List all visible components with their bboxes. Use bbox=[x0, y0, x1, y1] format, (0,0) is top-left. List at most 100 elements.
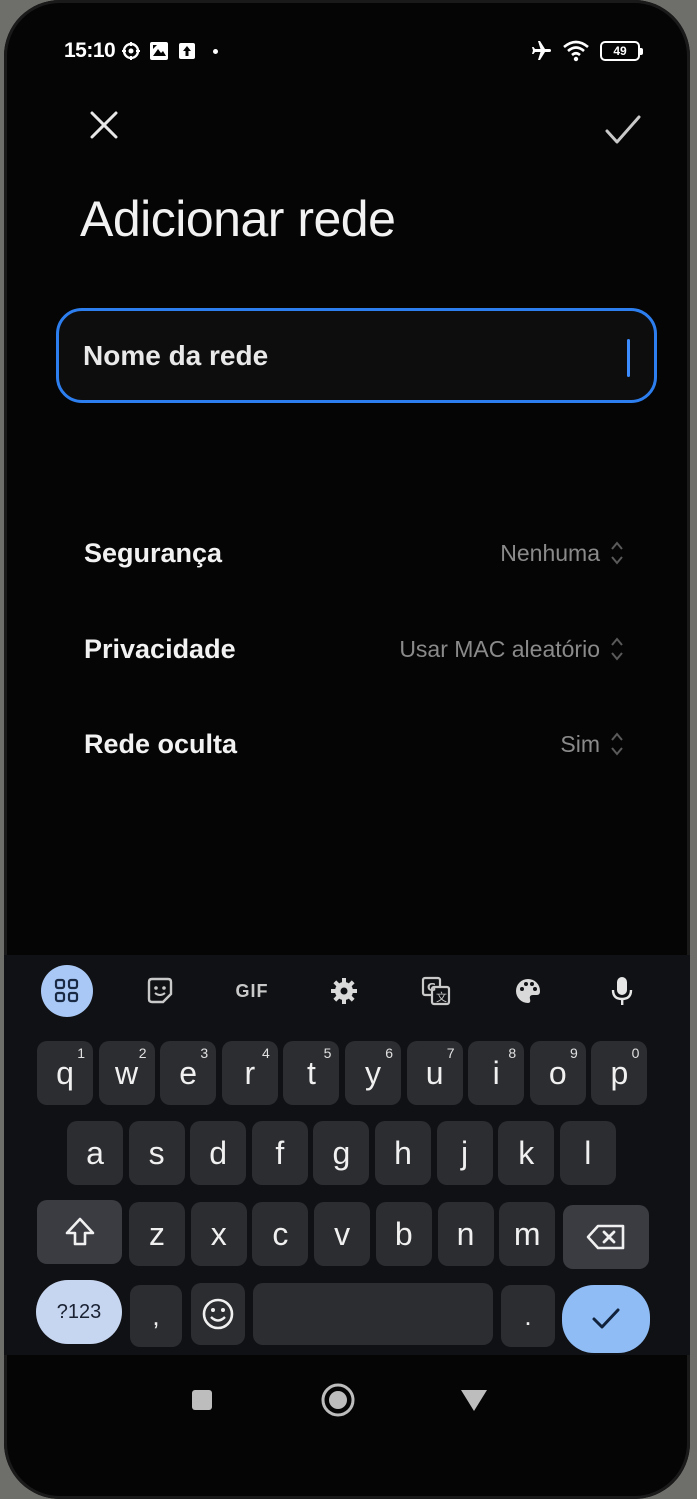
privacy-row[interactable]: Privacidade Usar MAC aleatório bbox=[84, 621, 624, 677]
key-label: d bbox=[209, 1134, 228, 1171]
wifi-icon bbox=[563, 40, 589, 62]
emoji-key[interactable] bbox=[191, 1283, 245, 1345]
navigation-bar bbox=[4, 1360, 690, 1440]
key-n[interactable]: n bbox=[437, 1202, 494, 1266]
privacy-label: Privacidade bbox=[84, 633, 236, 664]
triangle-icon bbox=[461, 1390, 487, 1411]
emoji-icon bbox=[202, 1298, 234, 1330]
hidden-network-row[interactable]: Rede oculta Sim bbox=[84, 716, 624, 772]
key-u[interactable]: u7 bbox=[406, 1041, 463, 1105]
recents-button[interactable] bbox=[182, 1380, 222, 1420]
key-number-hint: 5 bbox=[323, 1045, 332, 1061]
key-r[interactable]: r4 bbox=[221, 1041, 278, 1105]
key-label: m bbox=[513, 1215, 541, 1252]
gif-label: GIF bbox=[235, 980, 269, 1001]
close-icon bbox=[90, 111, 118, 139]
key-l[interactable]: l bbox=[559, 1121, 616, 1185]
key-label: o bbox=[548, 1054, 567, 1091]
key-j[interactable]: j bbox=[436, 1121, 493, 1185]
key-number-hint: 6 bbox=[385, 1045, 393, 1061]
key-i[interactable]: i8 bbox=[468, 1041, 525, 1105]
key-label: r bbox=[244, 1054, 256, 1091]
text-cursor bbox=[627, 339, 630, 377]
key-label: z bbox=[149, 1215, 165, 1252]
key-label: e bbox=[179, 1054, 198, 1091]
theme-button[interactable] bbox=[502, 965, 554, 1017]
key-m[interactable]: m bbox=[499, 1202, 556, 1266]
key-z[interactable]: z bbox=[129, 1202, 185, 1266]
keyboard-toolbar: GIF G文 bbox=[4, 965, 690, 1021]
status-time: 15:10 bbox=[64, 39, 116, 62]
key-w[interactable]: w2 bbox=[98, 1041, 155, 1105]
shift-key[interactable] bbox=[37, 1200, 122, 1264]
keyboard-settings-button[interactable] bbox=[318, 965, 370, 1017]
key-label: a bbox=[86, 1134, 104, 1171]
key-label: u bbox=[425, 1054, 444, 1091]
up-down-icon bbox=[611, 541, 623, 565]
network-name-field[interactable] bbox=[56, 308, 657, 403]
security-label: Segurança bbox=[84, 537, 223, 568]
comma-key[interactable]: , bbox=[130, 1285, 182, 1347]
key-label: s bbox=[148, 1134, 165, 1171]
key-s[interactable]: s bbox=[128, 1121, 185, 1185]
privacy-value[interactable]: Usar MAC aleatório bbox=[399, 635, 624, 663]
key-a[interactable]: a bbox=[67, 1121, 123, 1185]
circle-icon bbox=[321, 1383, 355, 1417]
key-d[interactable]: d bbox=[190, 1121, 247, 1185]
key-g[interactable]: g bbox=[313, 1121, 370, 1185]
sticker-button[interactable] bbox=[134, 965, 186, 1017]
backspace-icon bbox=[586, 1224, 625, 1250]
key-q[interactable]: q1 bbox=[37, 1041, 93, 1105]
key-label: v bbox=[334, 1215, 351, 1252]
home-button[interactable] bbox=[318, 1380, 358, 1420]
page-title: Adicionar rede bbox=[80, 191, 396, 247]
key-h[interactable]: h bbox=[375, 1121, 431, 1185]
battery-level: 49 bbox=[613, 44, 627, 58]
hidden-network-value[interactable]: Sim bbox=[560, 730, 624, 758]
key-c[interactable]: c bbox=[252, 1202, 309, 1266]
key-number-hint: 8 bbox=[508, 1045, 517, 1061]
security-row[interactable]: Segurança Nenhuma bbox=[84, 525, 624, 581]
gif-button[interactable]: GIF bbox=[226, 965, 278, 1017]
key-o[interactable]: o9 bbox=[529, 1041, 586, 1105]
close-button[interactable] bbox=[82, 103, 126, 147]
key-label: k bbox=[518, 1134, 535, 1171]
period-key[interactable]: . bbox=[501, 1285, 555, 1347]
key-v[interactable]: v bbox=[314, 1202, 371, 1266]
svg-text:G: G bbox=[427, 981, 436, 994]
key-k[interactable]: k bbox=[498, 1121, 555, 1185]
key-label: x bbox=[210, 1215, 227, 1252]
apps-button[interactable] bbox=[41, 965, 93, 1017]
key-e[interactable]: e3 bbox=[160, 1041, 217, 1105]
settings-icon bbox=[331, 978, 357, 1004]
check-icon bbox=[605, 115, 641, 144]
up-down-icon bbox=[611, 732, 623, 756]
key-f[interactable]: f bbox=[251, 1121, 308, 1185]
key-x[interactable]: x bbox=[190, 1202, 247, 1266]
backspace-key[interactable] bbox=[563, 1205, 649, 1269]
key-p[interactable]: p0 bbox=[591, 1041, 648, 1105]
privacy-value-text: Usar MAC aleatório bbox=[399, 635, 600, 662]
key-y[interactable]: y6 bbox=[345, 1041, 401, 1105]
key-label: b bbox=[394, 1215, 413, 1252]
space-key[interactable] bbox=[253, 1283, 493, 1345]
security-value[interactable]: Nenhuma bbox=[500, 539, 624, 567]
key-label: c bbox=[272, 1215, 289, 1252]
key-label: n bbox=[456, 1215, 475, 1252]
status-bar: 15:10 49 bbox=[64, 36, 643, 66]
translate-button[interactable]: G文 bbox=[410, 965, 462, 1017]
key-t[interactable]: t5 bbox=[283, 1041, 340, 1105]
sticker-icon bbox=[147, 977, 173, 1004]
symbols-key[interactable]: ?123 bbox=[36, 1280, 122, 1344]
key-label: h bbox=[394, 1134, 412, 1171]
key-number-hint: 9 bbox=[570, 1045, 578, 1061]
back-button[interactable] bbox=[454, 1380, 494, 1420]
network-name-input[interactable] bbox=[83, 339, 603, 372]
done-key[interactable] bbox=[562, 1285, 650, 1353]
key-number-hint: 3 bbox=[200, 1045, 209, 1061]
voice-input-button[interactable] bbox=[596, 965, 648, 1017]
status-icons-right: 49 bbox=[528, 39, 643, 63]
key-b[interactable]: b bbox=[375, 1202, 432, 1266]
confirm-button[interactable] bbox=[599, 106, 647, 154]
key-label: l bbox=[584, 1134, 592, 1171]
